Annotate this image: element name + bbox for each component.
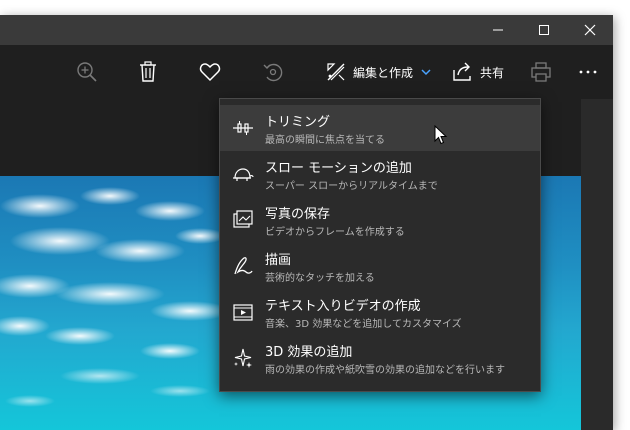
menu-item-title: 描画: [265, 253, 292, 268]
zoom-icon: [77, 62, 97, 82]
share-label: 共有: [480, 65, 505, 80]
menu-item-title: トリミング: [265, 115, 331, 130]
menu-item-title: 3D 効果の追加: [265, 345, 353, 360]
favorite-button[interactable]: [195, 45, 225, 99]
sparkle-3d-icon: [234, 348, 252, 368]
chevron-down-icon: [421, 69, 431, 76]
minimize-button[interactable]: [475, 15, 521, 45]
video-text-icon: [233, 304, 253, 321]
menu-item-subtitle: 音楽、3D 効果などを追加してカスタマイズ: [265, 319, 462, 330]
share-button[interactable]: 共有: [452, 45, 512, 99]
maximize-icon: [539, 25, 549, 35]
menu-item-subtitle: 芸術的なタッチを加える: [265, 273, 375, 284]
delete-icon: [140, 61, 156, 82]
close-button[interactable]: [567, 15, 613, 45]
print-icon: [531, 62, 551, 82]
more-icon: [579, 70, 597, 74]
share-icon: [453, 62, 471, 81]
toolbar: 編集と作成 共有: [0, 45, 613, 99]
mouse-cursor-icon: [434, 125, 448, 145]
menu-item-trim[interactable]: トリミング 最高の瞬間に焦点を当てる: [220, 105, 540, 151]
menu-item-video-with-text[interactable]: テキスト入りビデオの作成 音楽、3D 効果などを追加してカスタマイズ: [220, 289, 540, 335]
edit-create-icon: [327, 63, 345, 81]
heart-icon: [199, 63, 221, 82]
zoom-button[interactable]: [72, 45, 102, 99]
rotate-icon: [263, 63, 283, 82]
save-frame-icon: [233, 210, 253, 228]
draw-icon: [234, 257, 253, 275]
right-gutter: [581, 99, 613, 430]
menu-item-3d-effects[interactable]: 3D 効果の追加 雨の効果の作成や紙吹雪の効果の追加などを行います: [220, 335, 540, 381]
maximize-button[interactable]: [521, 15, 567, 45]
menu-item-subtitle: ビデオからフレームを作成する: [265, 227, 405, 238]
photos-app-window: 編集と作成 共有 トリミング 最高の瞬間に焦点を当てる スロー モーションの追加…: [0, 15, 613, 430]
turtle-icon: [233, 168, 254, 181]
menu-item-title: スロー モーションの追加: [265, 161, 412, 176]
delete-button[interactable]: [133, 45, 163, 99]
edit-create-label: 編集と作成: [353, 65, 414, 80]
menu-item-subtitle: スーパー スローからリアルタイムまで: [265, 181, 438, 192]
menu-item-slow-motion[interactable]: スロー モーションの追加 スーパー スローからリアルタイムまで: [220, 151, 540, 197]
menu-item-save-photo[interactable]: 写真の保存 ビデオからフレームを作成する: [220, 197, 540, 243]
title-bar: [0, 15, 613, 45]
menu-item-title: 写真の保存: [265, 207, 331, 222]
menu-item-title: テキスト入りビデオの作成: [265, 299, 421, 314]
edit-create-menu: トリミング 最高の瞬間に焦点を当てる スロー モーションの追加 スーパー スロー…: [219, 98, 541, 392]
print-button[interactable]: [526, 45, 556, 99]
edit-create-button[interactable]: 編集と作成: [325, 45, 435, 99]
rotate-button[interactable]: [258, 45, 288, 99]
menu-item-subtitle: 最高の瞬間に焦点を当てる: [265, 135, 385, 146]
menu-item-draw[interactable]: 描画 芸術的なタッチを加える: [220, 243, 540, 289]
menu-item-subtitle: 雨の効果の作成や紙吹雪の効果の追加などを行います: [265, 365, 505, 376]
trim-icon: [233, 121, 253, 135]
close-icon: [584, 24, 596, 36]
minimize-icon: [493, 29, 503, 31]
more-button[interactable]: [573, 45, 603, 99]
